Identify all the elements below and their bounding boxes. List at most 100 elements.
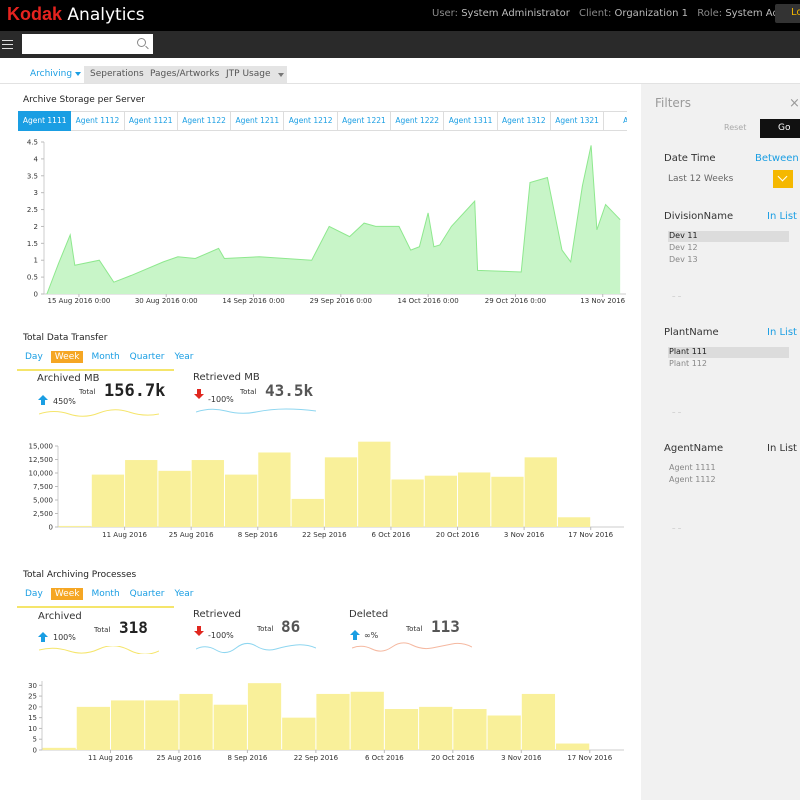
period-quarter[interactable]: Quarter bbox=[128, 588, 167, 600]
agent-tabs: Agent 1111 Agent 1112 Agent 1121 Agent 1122… bbox=[18, 111, 627, 131]
period-week[interactable]: Week bbox=[50, 588, 84, 600]
agent-tab[interactable]: Agent 1122 bbox=[177, 111, 232, 131]
period-year[interactable]: Year bbox=[172, 351, 195, 363]
agent-more[interactable]: – – bbox=[672, 524, 681, 532]
tab-pages-artworks[interactable]: Pages/Artworks bbox=[144, 66, 226, 83]
y-tick-label: 0 bbox=[33, 747, 37, 755]
kpi-pct: ∞% bbox=[364, 631, 379, 640]
kpi-value: 113 bbox=[431, 617, 460, 636]
bar bbox=[391, 479, 424, 527]
period-month[interactable]: Month bbox=[89, 588, 121, 600]
agent-tab[interactable]: Age bbox=[604, 111, 627, 131]
logout-button[interactable]: Lo bbox=[775, 4, 800, 23]
period-month[interactable]: Month bbox=[89, 351, 121, 363]
date-dropdown-chevron-icon[interactable] bbox=[773, 170, 793, 188]
agent-tab[interactable]: Agent 1211 bbox=[231, 111, 285, 131]
period-week[interactable]: Week bbox=[50, 351, 84, 363]
kpi-pct: 100% bbox=[53, 633, 76, 642]
bar bbox=[247, 683, 282, 750]
filter-date-mode[interactable]: Between bbox=[755, 153, 799, 164]
bar bbox=[179, 693, 213, 750]
plant-more[interactable]: – – bbox=[672, 408, 681, 416]
period-quarter[interactable]: Quarter bbox=[128, 351, 167, 363]
division-option[interactable]: Dev 12 bbox=[668, 243, 789, 254]
x-tick-label: 11 Aug 2016 bbox=[88, 754, 133, 762]
bar bbox=[145, 700, 179, 750]
bar bbox=[324, 457, 358, 527]
kpi-retrieved-mb[interactable]: Retrieved MB -100% Total 43.5k bbox=[176, 369, 324, 414]
kpi-pct: -100% bbox=[208, 395, 234, 404]
plant-option[interactable]: Plant 111 bbox=[668, 347, 789, 358]
bar bbox=[424, 475, 458, 527]
chevron-down-icon bbox=[75, 71, 82, 76]
agent-tab[interactable]: Agent 1212 bbox=[284, 111, 338, 131]
kpi-retrieved[interactable]: Retrieved -100% Total 86 bbox=[176, 606, 324, 654]
filter-plant-label: PlantName bbox=[664, 327, 719, 338]
y-tick-label: 2,500 bbox=[33, 510, 53, 518]
bar bbox=[316, 693, 350, 750]
transfer-period-selector: Day Week Month Quarter Year bbox=[23, 351, 202, 363]
kpi-archived[interactable]: Archived 100% Total 318 bbox=[17, 606, 174, 654]
kpi-value: 156.7k bbox=[104, 381, 166, 401]
agent-tab[interactable]: Agent 1311 bbox=[444, 111, 498, 131]
bar bbox=[384, 709, 419, 750]
y-tick-label: 3.5 bbox=[27, 172, 38, 180]
bar bbox=[191, 460, 224, 527]
bar bbox=[453, 709, 487, 750]
tab-seperations[interactable]: Seperations bbox=[84, 66, 150, 83]
x-tick-label: 15 Aug 2016 0:00 bbox=[48, 297, 111, 305]
bar bbox=[58, 525, 91, 527]
filter-agent-mode[interactable]: In List bbox=[767, 443, 797, 454]
division-option[interactable]: Dev 11 bbox=[668, 231, 789, 242]
kpi-label: Archived MB bbox=[37, 373, 100, 384]
close-icon[interactable]: × bbox=[789, 96, 800, 111]
role-label: Role: bbox=[697, 8, 723, 19]
kpi-deleted[interactable]: Deleted ∞% Total 113 bbox=[332, 606, 480, 652]
period-day[interactable]: Day bbox=[23, 588, 45, 600]
filter-division-mode[interactable]: In List bbox=[767, 211, 797, 222]
division-more[interactable]: – – bbox=[672, 292, 681, 300]
bar bbox=[557, 517, 591, 527]
division-option[interactable]: Dev 13 bbox=[668, 255, 789, 266]
agent-tab[interactable]: Agent 1312 bbox=[497, 111, 551, 131]
plant-option[interactable]: Plant 112 bbox=[668, 359, 789, 370]
y-tick-label: 5,000 bbox=[33, 497, 53, 505]
agent-tab[interactable]: Agent 1321 bbox=[550, 111, 605, 131]
tab-archiving[interactable]: Archiving bbox=[24, 66, 87, 83]
kpi-archived-mb[interactable]: Archived MB 450% Total 156.7k bbox=[17, 369, 174, 417]
kpi-value: 43.5k bbox=[265, 381, 314, 400]
bar bbox=[110, 700, 145, 750]
bar bbox=[224, 474, 258, 527]
x-tick-label: 3 Nov 2016 bbox=[504, 531, 545, 539]
bar bbox=[358, 441, 391, 527]
agent-tab[interactable]: Agent 1112 bbox=[71, 111, 125, 131]
more-tabs-chevron-icon[interactable] bbox=[275, 66, 287, 83]
period-day[interactable]: Day bbox=[23, 351, 45, 363]
agent-tab[interactable]: Agent 1111 bbox=[18, 111, 72, 131]
agent-tab[interactable]: Agent 1121 bbox=[124, 111, 178, 131]
hamburger-menu-icon[interactable] bbox=[2, 40, 13, 49]
agent-tab[interactable]: Agent 1222 bbox=[391, 111, 445, 131]
trend-up-icon bbox=[38, 395, 48, 405]
y-tick-label: 10 bbox=[28, 725, 37, 733]
user-info: User: System Administrator Client: Organ… bbox=[432, 8, 800, 19]
x-tick-label: 6 Oct 2016 bbox=[365, 754, 404, 762]
search-input[interactable] bbox=[22, 34, 153, 54]
x-tick-label: 6 Oct 2016 bbox=[372, 531, 411, 539]
filter-date-value[interactable]: Last 12 Weeks bbox=[668, 174, 733, 184]
agent-tab[interactable]: Agent 1221 bbox=[337, 111, 392, 131]
app-logo[interactable]: Kodak Analytics bbox=[7, 4, 145, 25]
go-button[interactable]: Go bbox=[760, 119, 800, 138]
search-icon[interactable] bbox=[137, 38, 146, 47]
reset-button[interactable]: Reset bbox=[724, 123, 746, 132]
period-year[interactable]: Year bbox=[172, 588, 195, 600]
tab-jtp-usage[interactable]: JTP Usage bbox=[220, 66, 277, 83]
bar bbox=[42, 747, 76, 750]
user-label: User: bbox=[432, 8, 458, 19]
filter-plant-mode[interactable]: In List bbox=[767, 327, 797, 338]
agent-option[interactable]: Agent 1111 bbox=[668, 463, 789, 474]
x-tick-label: 3 Nov 2016 bbox=[501, 754, 542, 762]
agent-option[interactable]: Agent 1112 bbox=[668, 475, 789, 486]
y-tick-label: 15,000 bbox=[29, 443, 54, 451]
y-tick-label: 20 bbox=[28, 703, 37, 711]
